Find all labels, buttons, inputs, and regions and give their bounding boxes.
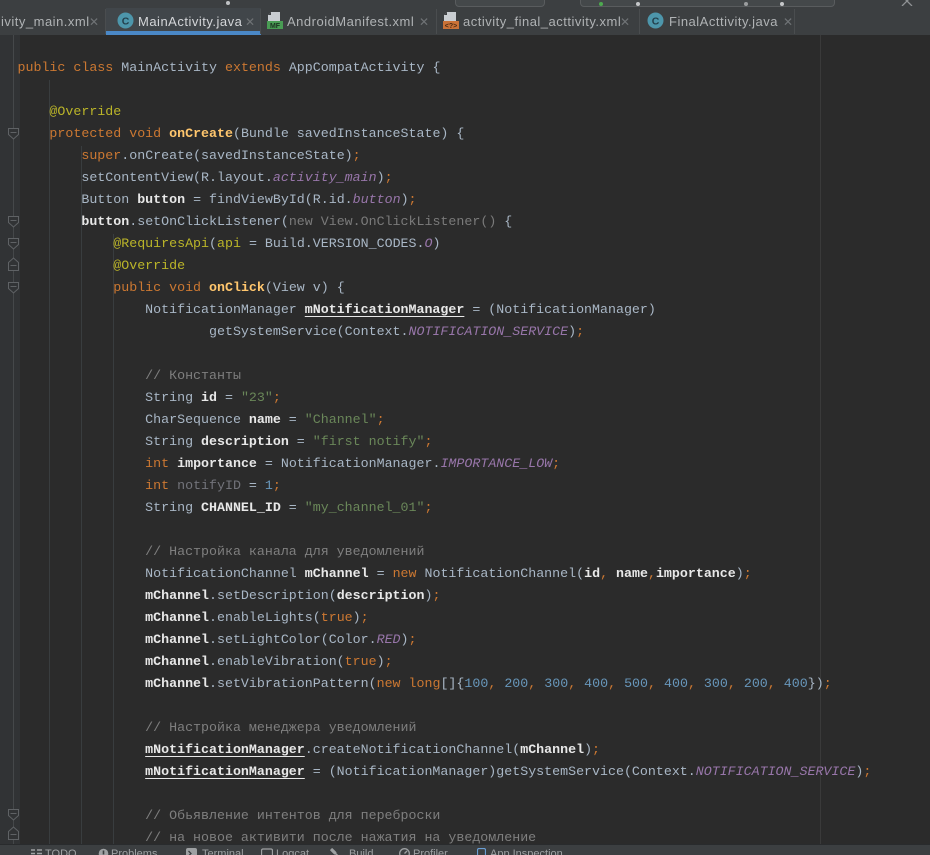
svg-text:C: C <box>652 16 660 28</box>
svg-text:C: C <box>122 16 130 28</box>
svg-text:MF: MF <box>270 23 281 30</box>
svg-text:<?>: <?> <box>445 23 457 30</box>
